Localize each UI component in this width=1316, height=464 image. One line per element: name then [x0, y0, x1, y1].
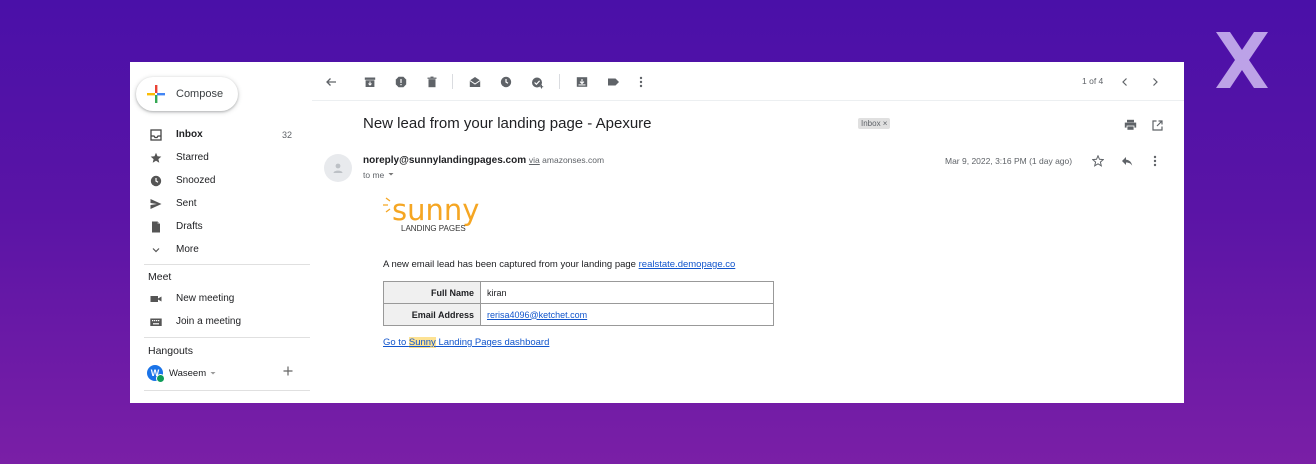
dashboard-link-container: Go to Sunny Landing Pages dashboard [383, 337, 549, 348]
inbox-label-chip[interactable]: Inbox × [858, 118, 891, 129]
lead-table: Full Name kiran Email Address rerisa4096… [383, 281, 774, 326]
sidebar-item-snoozed[interactable]: Snoozed [130, 169, 310, 192]
table-row: Email Address rerisa4096@ketchet.com [383, 303, 774, 326]
pager-text: 1 of 4 [1082, 76, 1104, 86]
toolbar-separator [452, 74, 453, 89]
sidebar-item-label: Drafts [176, 221, 203, 232]
sidebar-item-starred[interactable]: Starred [130, 146, 310, 169]
sender-avatar [324, 154, 352, 182]
new-meeting-label: New meeting [176, 293, 235, 304]
caret-down-icon [210, 372, 216, 375]
field-value: kiran [480, 281, 774, 304]
field-key: Full Name [383, 281, 481, 304]
nav-list: Inbox 32 Starred Snoozed Sent Drafts Mor… [130, 123, 310, 391]
snooze-icon[interactable] [499, 75, 513, 89]
lead-intro: A new email lead has been captured from … [383, 259, 735, 270]
logo-subtitle: LANDING PAGES [401, 224, 466, 233]
logo-word: sunny [392, 193, 479, 227]
chevron-right-icon[interactable] [1148, 75, 1162, 89]
print-icon[interactable] [1123, 118, 1137, 132]
divider [144, 390, 310, 391]
compose-button[interactable]: Compose [136, 77, 238, 111]
via-domain: amazonses.com [542, 155, 605, 165]
video-icon [150, 293, 162, 305]
toolbar-separator [559, 74, 560, 89]
sidebar-item-label: Starred [176, 152, 209, 163]
reply-icon[interactable] [1120, 154, 1134, 168]
link-text: Landing Pages dashboard [435, 337, 550, 348]
sidebar-item-sent[interactable]: Sent [130, 192, 310, 215]
intro-text: A new email lead has been captured from … [383, 259, 636, 270]
table-row: Full Name kiran [383, 281, 774, 304]
sidebar-item-label: More [176, 244, 199, 255]
sidebar: Compose Inbox 32 Starred Snoozed Sent Dr… [130, 62, 312, 403]
sidebar-item-label: Inbox [176, 129, 203, 140]
lead-email-link[interactable]: rerisa4096@ketchet.com [487, 310, 587, 320]
join-meeting-label: Join a meeting [176, 316, 242, 327]
via-text: via amazonses.com [529, 155, 604, 165]
online-status-dot [156, 374, 165, 383]
chevron-down-icon [150, 244, 162, 256]
clock-icon [150, 175, 162, 187]
delete-icon[interactable] [425, 75, 439, 89]
email-date: Mar 9, 2022, 3:16 PM (1 day ago) [945, 156, 1073, 166]
add-task-icon[interactable] [530, 75, 544, 89]
back-arrow-icon[interactable] [324, 75, 338, 89]
sidebar-item-inbox[interactable]: Inbox 32 [130, 123, 310, 146]
star-icon [150, 152, 162, 164]
sidebar-item-label: Sent [176, 198, 197, 209]
field-key: Email Address [383, 303, 481, 326]
caret-down-icon [388, 173, 394, 176]
gmail-window: Compose Inbox 32 Starred Snoozed Sent Dr… [130, 62, 1184, 403]
toolbar: 1 of 4 [312, 62, 1184, 101]
link-text: Go to [383, 337, 409, 348]
more-vert-icon[interactable] [634, 75, 648, 89]
open-new-window-icon[interactable] [1150, 118, 1164, 132]
compose-label: Compose [176, 88, 224, 100]
hangouts-title: Hangouts [148, 345, 193, 357]
meet-title: Meet [148, 271, 172, 283]
move-to-icon[interactable] [575, 75, 589, 89]
inbox-count: 32 [281, 129, 292, 140]
via-link[interactable]: via [529, 155, 540, 165]
recipient-text: to me [363, 170, 385, 180]
link-highlight: Sunny [408, 337, 436, 348]
recipient-dropdown[interactable]: to me [363, 170, 395, 180]
new-meeting-item[interactable]: New meeting [130, 287, 310, 310]
join-meeting-item[interactable]: Join a meeting [130, 310, 310, 333]
sidebar-item-drafts[interactable]: Drafts [130, 215, 310, 238]
message-view: 1 of 4 New lead from your landing page -… [312, 62, 1184, 403]
report-spam-icon[interactable] [394, 75, 408, 89]
more-vert-icon[interactable] [1148, 154, 1162, 168]
chevron-left-icon[interactable] [1118, 75, 1132, 89]
email-subject: New lead from your landing page - Apexur… [363, 115, 652, 132]
add-contact-icon[interactable] [282, 365, 294, 377]
label-icon[interactable] [606, 75, 620, 89]
sidebar-item-label: Snoozed [176, 175, 216, 186]
sunny-logo: sunny LANDING PAGES [380, 190, 490, 239]
user-name: Waseem [169, 367, 207, 379]
draft-icon [150, 221, 162, 233]
landing-page-link[interactable]: realstate.demopage.co [639, 259, 736, 270]
inbox-icon [150, 128, 162, 141]
send-icon [150, 198, 162, 210]
person-icon [333, 163, 343, 173]
divider [144, 264, 310, 265]
mark-unread-icon[interactable] [468, 75, 482, 89]
sidebar-item-more[interactable]: More [130, 238, 310, 261]
keyboard-icon [150, 316, 162, 328]
field-value-cell: rerisa4096@ketchet.com [480, 303, 774, 326]
dashboard-link[interactable]: Go to Sunny Landing Pages dashboard [383, 337, 549, 348]
archive-icon[interactable] [363, 75, 377, 89]
sender-line: noreply@sunnylandingpages.com via amazon… [363, 155, 604, 166]
star-outline-icon[interactable] [1091, 154, 1105, 168]
brand-x-logo [1216, 32, 1268, 88]
sender-email[interactable]: noreply@sunnylandingpages.com [363, 155, 526, 166]
divider [144, 337, 310, 338]
avatar: W [147, 365, 165, 383]
compose-plus-icon [147, 85, 165, 103]
hangouts-user[interactable]: W Waseem [130, 362, 310, 384]
